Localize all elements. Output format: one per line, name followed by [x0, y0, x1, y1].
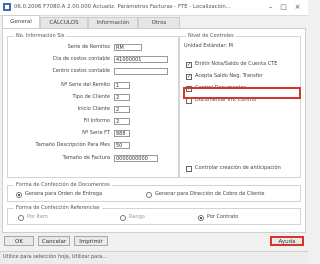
emitir-nota-label: Emitir Nota/Saldo de Cuenta CTE [195, 61, 278, 67]
field-label-tamano-factura: Tamaño de Factura [62, 155, 110, 161]
field-label-cta-costos: Cta de costos contable [52, 56, 110, 62]
tab-calculos[interactable]: CÁLCULOS [40, 17, 88, 28]
field-label-serie-remito: Nº Serie del Remito [61, 82, 110, 88]
tipo-cliente-input[interactable]: 2 [114, 94, 130, 101]
ref-confection-group: Forma de Confección Referencias Por Ítem… [7, 205, 301, 225]
por-item-radio[interactable] [18, 215, 24, 221]
fil-informo-input[interactable]: 2 [114, 118, 130, 125]
inicio-cliente-input[interactable]: 2 [114, 106, 130, 113]
field-label-tamano-descripcion: Tamaño Descripción Para Mes [35, 142, 110, 148]
tamano-descripcion-input[interactable]: 50 [114, 142, 130, 149]
rango-label: Rango [129, 214, 145, 220]
orden-entrega-radio[interactable] [16, 192, 22, 198]
por-item-label: Por Ítem [27, 214, 48, 220]
acepta-saldo-label: Acepta Saldo Neg. Transfer [195, 73, 263, 79]
field-label-serie-remitos: Serie de Remitos [67, 44, 110, 50]
serie-ft-input[interactable]: 888 [114, 130, 130, 137]
window-title: 06.0.2006 F7080.A 2.00.000 Actualiz. Par… [14, 4, 231, 10]
field-label-serie-ft: Nº Serie FT [82, 130, 110, 136]
info-group-legend: No. Información Sis [14, 33, 67, 40]
general-panel: No. Información Sis Serie de Remitos RM … [2, 28, 306, 233]
help-button[interactable]: Ayuda [270, 236, 304, 246]
direccion-cobro-label: Generar para Dirección de Cobro de Clien… [155, 191, 265, 197]
cta-costos-input[interactable]: 41000001 [114, 56, 168, 63]
cancel-button[interactable]: Cancelar [38, 236, 70, 246]
ref-confection-legend: Forma de Confección Referencias [14, 205, 102, 212]
doc-confection-group: Forma de Confección de Documentos Genera… [7, 182, 301, 202]
controlar-anticipacion-label: Controlar creación de anticipación [195, 165, 281, 171]
unit-standard-label: Unidad Estándar: M [184, 43, 233, 49]
field-label-inicio-cliente: Inicio Cliente [77, 106, 110, 112]
tab-informacion[interactable]: Información [88, 17, 138, 28]
ok-button[interactable]: OK [4, 236, 34, 246]
tab-strip: General CÁLCULOS Información Otros [0, 15, 308, 28]
status-text: Utilice para selección hoja, Utilizar pa… [3, 254, 108, 260]
doc-confection-legend: Forma de Confección de Documentos [14, 182, 112, 189]
por-contrato-label: Por Contrato [207, 214, 239, 220]
minimize-icon[interactable]: – [265, 2, 276, 12]
title-bar: 06.0.2006 F7080.A 2.00.000 Actualiz. Par… [0, 0, 308, 16]
serie-remito-input[interactable]: 1 [114, 82, 130, 89]
app-icon [3, 3, 11, 11]
rango-radio[interactable] [120, 215, 126, 221]
emitir-nota-checkbox[interactable]: ✓ [186, 62, 192, 68]
tamano-factura-input[interactable]: 0000000000 [114, 155, 158, 162]
field-label-fil-informo: Fil Informo [83, 118, 110, 124]
highlight-box [183, 87, 301, 99]
tab-otros[interactable]: Otros [138, 17, 180, 28]
print-button[interactable]: Imprimir [74, 236, 108, 246]
field-label-tipo-cliente: Tipo de Cliente [72, 94, 110, 100]
field-label-centro-costos: Centro costos contable [52, 68, 110, 74]
orden-entrega-label: Genera para Orden de Entrega [25, 191, 103, 197]
acepta-saldo-checkbox[interactable]: ✓ [186, 74, 192, 80]
button-bar: OK Cancelar Imprimir Ayuda [0, 233, 308, 251]
maximize-icon[interactable]: □ [278, 2, 289, 12]
controlar-anticipacion-checkbox[interactable] [186, 166, 192, 172]
controls-group-legend: Nivel de Controles [186, 33, 236, 40]
serie-remitos-input[interactable]: RM [114, 44, 142, 51]
close-icon[interactable]: × [292, 2, 303, 12]
por-contrato-radio[interactable] [198, 215, 204, 221]
info-group: No. Información Sis Serie de Remitos RM … [7, 33, 179, 178]
tab-general[interactable]: General [2, 15, 40, 28]
controls-group: Nivel de Controles Unidad Estándar: M ✓ … [179, 33, 301, 178]
centro-costos-input[interactable] [114, 68, 168, 75]
status-bar: Utilice para selección hoja, Utilizar pa… [0, 251, 308, 264]
direccion-cobro-radio[interactable] [146, 192, 152, 198]
